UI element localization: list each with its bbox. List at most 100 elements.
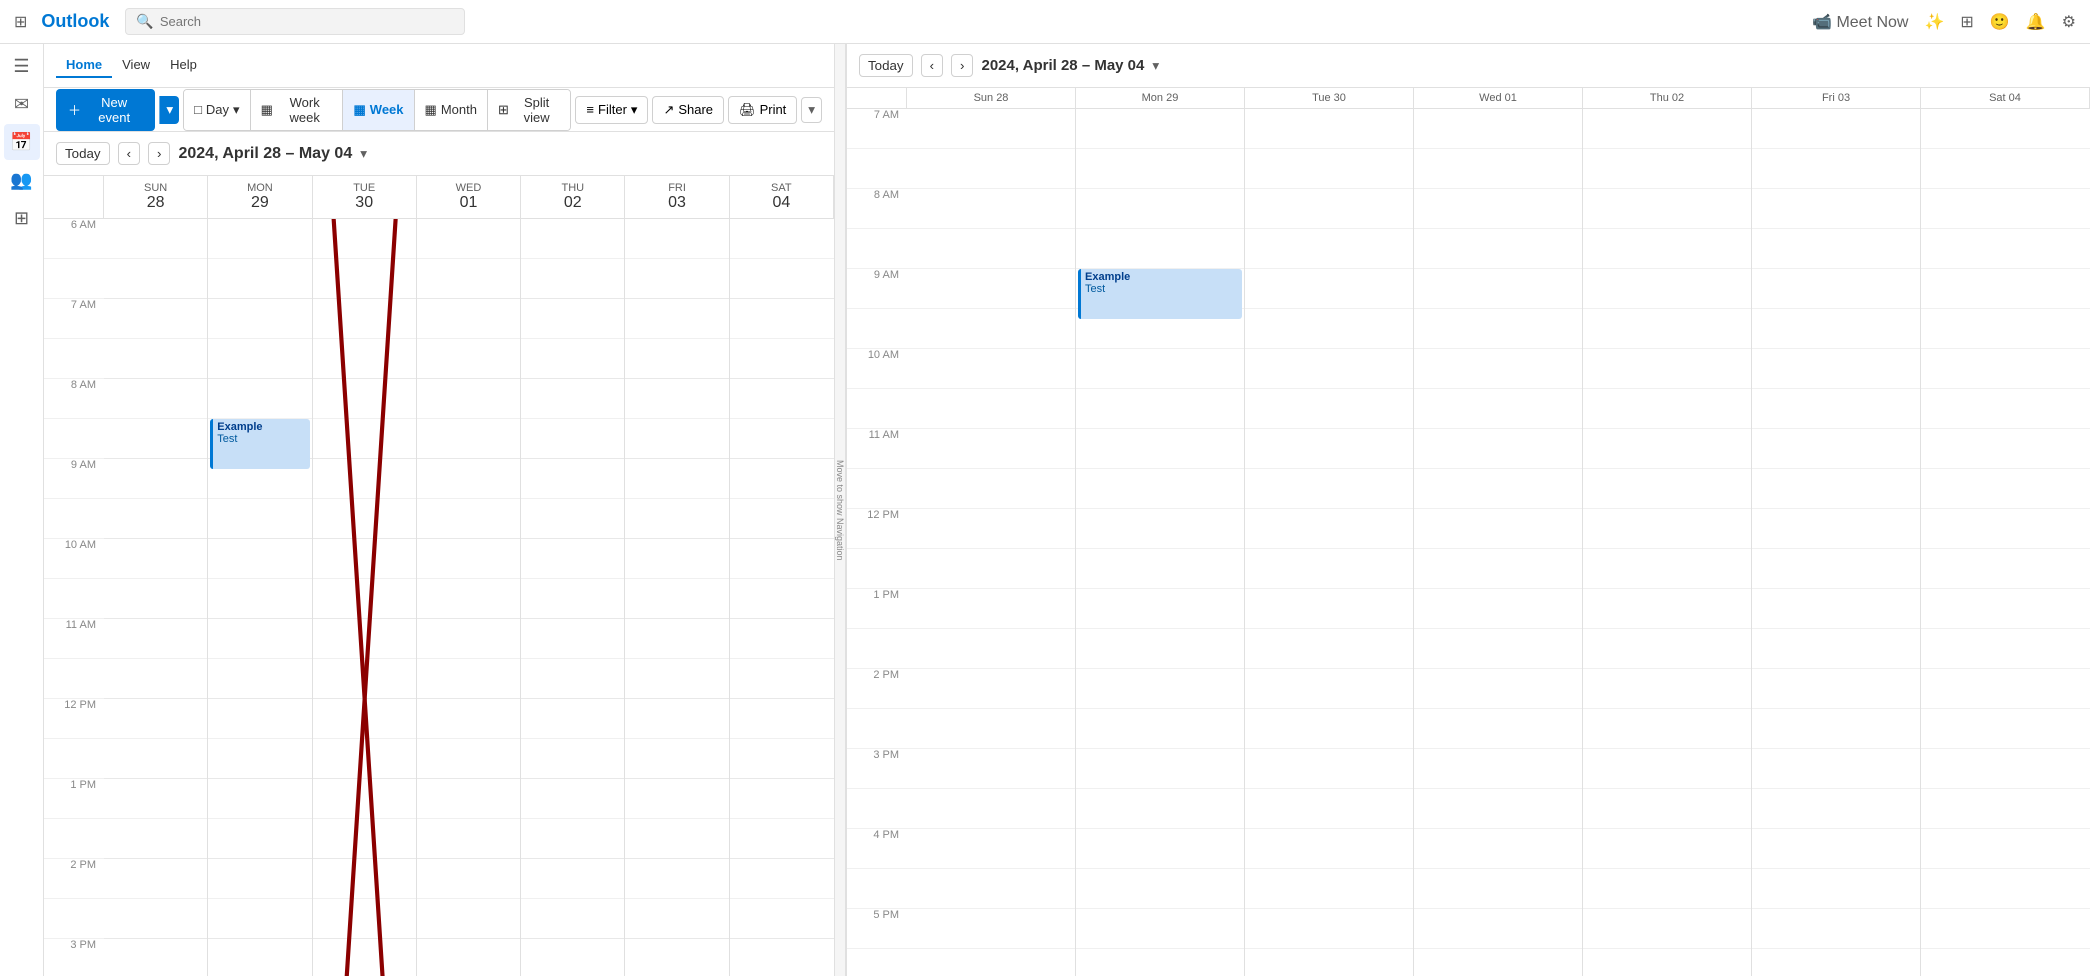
day-icon: □: [194, 102, 202, 117]
top-bar-actions: 📹 Meet Now ✨ ⊞ 🙂 🔔 ⚙: [1806, 6, 2082, 38]
side-toggle[interactable]: Move to show Navigation: [834, 44, 846, 976]
right-col-thu[interactable]: [1583, 109, 1752, 976]
r-time-10am: 10 AM: [847, 349, 907, 389]
search-box: 🔍: [125, 8, 465, 35]
right-col-fri[interactable]: [1752, 109, 1921, 976]
r-time-8am: 8 AM: [847, 189, 907, 229]
right-header-thu: Thu 02: [1583, 88, 1752, 108]
day-col-mon[interactable]: Example Test: [208, 219, 312, 976]
right-prev-button[interactable]: ‹: [921, 54, 943, 77]
view-split-button[interactable]: ⊞ Split view: [488, 90, 570, 130]
r-time-7am: 7 AM: [847, 109, 907, 149]
time-130pm: [44, 819, 104, 859]
search-input[interactable]: [160, 14, 455, 29]
day-header-tue: Tue 30: [313, 176, 417, 218]
right-col-tue[interactable]: [1245, 109, 1414, 976]
tab-home[interactable]: Home: [56, 53, 112, 78]
r-time-730am: [847, 149, 907, 189]
day-col-thu[interactable]: [521, 219, 625, 976]
time-7am: 7 AM: [44, 299, 104, 339]
r-time-130pm: [847, 629, 907, 669]
tab-help[interactable]: Help: [160, 53, 207, 78]
nav-people-icon[interactable]: 👥: [4, 162, 40, 198]
view-day-button[interactable]: □ Day ▾: [184, 90, 251, 130]
r-time-1230pm: [847, 549, 907, 589]
settings-button[interactable]: ⚙: [2056, 6, 2082, 38]
right-days-grid: Example Test: [907, 109, 2090, 976]
prev-week-button[interactable]: ‹: [118, 142, 140, 165]
week-calendar: Sun 28 Mon 29 Tue 30 Wed 01 Thu 02: [44, 176, 834, 976]
day-col-sat[interactable]: [730, 219, 834, 976]
view-month-button[interactable]: ▦ Month: [415, 90, 488, 130]
time-col-header: [44, 176, 104, 218]
right-time-grid: 7 AM 8 AM 9 AM 10 AM 11 AM 12 PM 1 PM 2 …: [847, 109, 2090, 976]
print-button[interactable]: 🖨 Print: [728, 96, 797, 124]
view-toolbar: ＋ New event ▾ □ Day ▾ ▦ Work week ▦ Week: [44, 88, 834, 132]
day-caret: ▾: [233, 102, 240, 118]
nav-calendar-icon[interactable]: 📅: [4, 124, 40, 160]
event-subtitle: Test: [217, 433, 305, 445]
new-event-button[interactable]: ＋ New event: [56, 89, 155, 131]
time-230pm: [44, 899, 104, 939]
day-header-sat: Sat 04: [730, 176, 834, 218]
filter-button[interactable]: ≡ Filter ▾: [575, 96, 648, 124]
day-col-fri[interactable]: [625, 219, 729, 976]
side-toggle-label: Move to show Navigation: [835, 460, 845, 561]
day-col-wed[interactable]: [417, 219, 521, 976]
app-title: Outlook: [41, 11, 109, 32]
workweek-icon: ▦: [261, 102, 273, 118]
meet-now-label: Meet Now: [1836, 14, 1908, 31]
new-event-caret[interactable]: ▾: [159, 96, 179, 124]
nav-menu-icon[interactable]: ☰: [4, 48, 40, 84]
week-range: 2024, April 28 – May 04: [178, 145, 352, 163]
calendar-area: Home View Help ＋ New event ▾ □ Day ▾ ▦ W…: [44, 44, 834, 976]
right-week-nav: Today ‹ › 2024, April 28 – May 04 ▾: [847, 44, 2090, 88]
time-930am: [44, 499, 104, 539]
search-icon: 🔍: [136, 13, 153, 30]
right-today-button[interactable]: Today: [859, 54, 913, 77]
view-week-button[interactable]: ▦ Week: [343, 90, 414, 130]
day-col-sun[interactable]: [104, 219, 208, 976]
notifications-button[interactable]: 🔔: [2020, 6, 2052, 38]
time-3pm: 3 PM: [44, 939, 104, 976]
right-header-tue: Tue 30: [1245, 88, 1414, 108]
ai-icon-button[interactable]: ✨: [1918, 6, 1950, 38]
next-week-button[interactable]: ›: [148, 142, 170, 165]
today-button[interactable]: Today: [56, 142, 110, 165]
right-col-wed[interactable]: [1414, 109, 1583, 976]
event-example[interactable]: Example Test: [210, 419, 309, 469]
week-nav: Today ‹ › 2024, April 28 – May 04 ▾: [44, 132, 834, 176]
right-header-fri: Fri 03: [1752, 88, 1921, 108]
filter-icon: ≡: [586, 102, 594, 117]
day-col-tue[interactable]: [313, 219, 417, 976]
right-col-sat[interactable]: [1921, 109, 2090, 976]
right-event-example[interactable]: Example Test: [1078, 269, 1242, 319]
meet-now-button[interactable]: 📹 Meet Now: [1806, 6, 1914, 38]
right-week-caret[interactable]: ▾: [1152, 58, 1159, 74]
time-grid: 6 AM 7 AM 8 AM 9 AM 10 AM 11 AM 12 PM 1 …: [44, 219, 834, 976]
nav-mail-icon[interactable]: ✉: [4, 86, 40, 122]
week-range-caret[interactable]: ▾: [360, 146, 367, 162]
app-grid-icon[interactable]: ⊞: [8, 6, 33, 38]
time-labels: 6 AM 7 AM 8 AM 9 AM 10 AM 11 AM 12 PM 1 …: [44, 219, 104, 976]
time-10am: 10 AM: [44, 539, 104, 579]
time-830am: [44, 419, 104, 459]
share-button[interactable]: ↗ Share: [652, 96, 724, 124]
day-header-thu: Thu 02: [521, 176, 625, 218]
right-col-mon[interactable]: Example Test: [1076, 109, 1245, 976]
right-col-sun[interactable]: [907, 109, 1076, 976]
nav-apps-icon[interactable]: ⊞: [4, 200, 40, 236]
view-workweek-button[interactable]: ▦ Work week: [251, 90, 344, 130]
time-11am: 11 AM: [44, 619, 104, 659]
collapse-button[interactable]: ▾: [801, 97, 822, 123]
r-time-530pm: [847, 949, 907, 976]
right-next-button[interactable]: ›: [951, 54, 973, 77]
r-time-830am: [847, 229, 907, 269]
grid-view-button[interactable]: ⊞: [1954, 6, 1979, 38]
r-time-5pm: 5 PM: [847, 909, 907, 949]
right-time-labels: 7 AM 8 AM 9 AM 10 AM 11 AM 12 PM 1 PM 2 …: [847, 109, 907, 976]
month-icon: ▦: [425, 102, 437, 118]
tab-view[interactable]: View: [112, 53, 160, 78]
reactions-button[interactable]: 🙂: [1984, 6, 2016, 38]
right-header-sun: Sun 28: [907, 88, 1076, 108]
